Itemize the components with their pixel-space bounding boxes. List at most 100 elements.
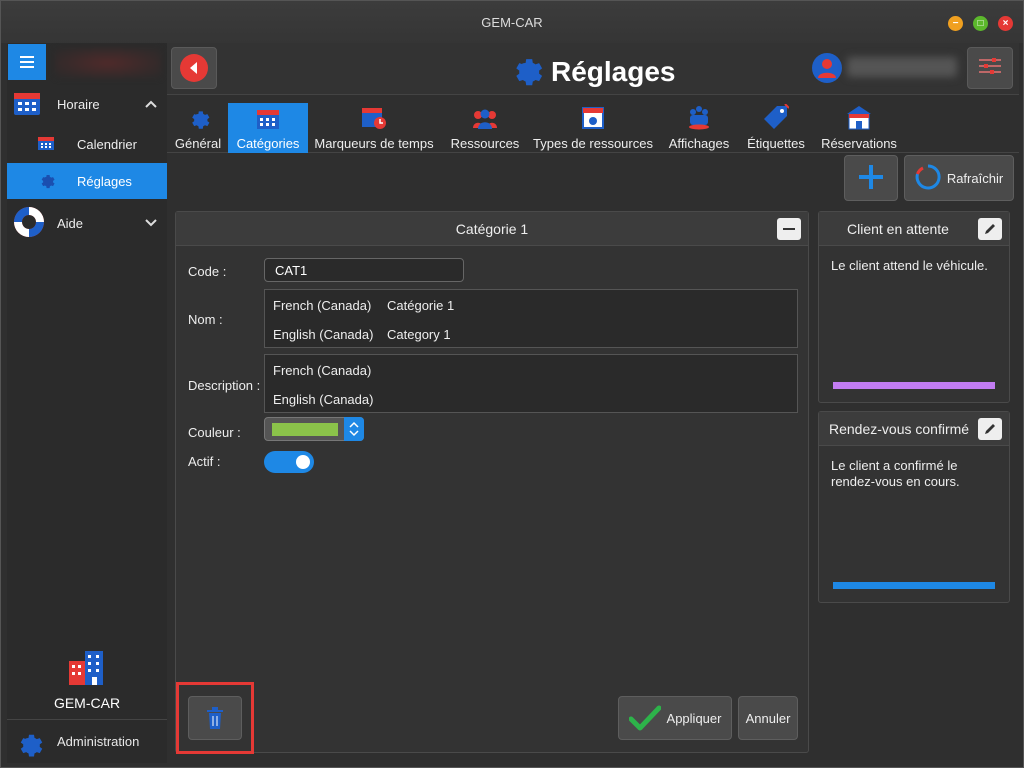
tab-marqueurs-de-temps[interactable]: Marqueurs de temps <box>311 103 437 153</box>
color-picker[interactable] <box>264 417 364 441</box>
tab-label: Réservations <box>821 136 897 151</box>
tab-label: Affichages <box>668 136 730 151</box>
edit-button[interactable] <box>978 218 1002 240</box>
edit-button[interactable] <box>978 418 1002 440</box>
code-input[interactable]: CAT1 <box>264 258 464 282</box>
color-swatch <box>272 423 338 436</box>
marker-card-header: Client en attente <box>819 212 1009 246</box>
active-label: Actif : <box>188 454 221 469</box>
sidebar-item-label: Administration <box>57 734 140 749</box>
chevron-down-icon <box>145 216 157 230</box>
preferences-button[interactable] <box>967 47 1013 89</box>
calendar-clock-icon <box>361 106 387 133</box>
gear-icon <box>13 728 43 761</box>
tab-label: Catégories <box>236 136 300 151</box>
sidebar-item-reglages[interactable]: Réglages <box>7 163 167 199</box>
menu-toggle-button[interactable] <box>8 44 46 80</box>
toggle-knob <box>296 455 310 469</box>
sidebar-item-label: Calendrier <box>77 136 137 152</box>
pencil-icon <box>985 224 995 234</box>
marker-card: Client en attente Le client attend le vé… <box>818 211 1010 403</box>
description-lang-en: English (Canada) <box>273 392 374 407</box>
minimize-button[interactable]: − <box>948 16 963 31</box>
settings-tabs: Général Catégories Marqueurs de temps Re… <box>167 103 1019 153</box>
apply-button[interactable]: Appliquer <box>618 696 732 740</box>
tag-icon <box>763 103 790 133</box>
tab-affichages[interactable]: Affichages <box>663 103 735 153</box>
collapse-button[interactable] <box>777 218 801 240</box>
tab-ressources[interactable]: Ressources <box>445 103 525 153</box>
name-lang-en: English (Canada) <box>273 327 374 342</box>
gear-icon <box>507 51 543 92</box>
id-card-icon <box>581 106 605 133</box>
category-card-header: Catégorie 1 <box>176 212 808 246</box>
tab-label: Types de ressources <box>533 136 653 151</box>
close-button[interactable]: × <box>998 16 1013 31</box>
cancel-button[interactable]: Annuler <box>738 696 798 740</box>
tab-etiquettes[interactable]: Étiquettes <box>741 103 811 153</box>
back-arrow-icon <box>180 54 208 82</box>
refresh-label: Rafraîchir <box>946 170 1004 186</box>
plus-icon <box>858 164 884 193</box>
page-title: Réglages <box>551 55 676 87</box>
refresh-icon <box>915 163 941 193</box>
window-controls: − □ × <box>948 16 1013 31</box>
window-title: GEM-CAR <box>481 14 543 30</box>
pencil-icon <box>985 424 995 434</box>
building-logo-icon <box>67 649 105 690</box>
marker-description: Le client a confirmé le rendez-vous en c… <box>831 458 960 489</box>
sidebar-section-label: Aide <box>57 215 84 231</box>
tab-reservations[interactable]: Réservations <box>817 103 901 153</box>
tab-label: Général <box>174 136 222 151</box>
marker-description: Le client attend le véhicule. <box>831 258 988 273</box>
page-header: Réglages <box>167 43 1019 95</box>
tab-label: Étiquettes <box>747 136 805 151</box>
calendar-grid-icon <box>13 90 41 119</box>
minus-icon <box>783 228 795 230</box>
sidebar-section-horaire[interactable]: Horaire <box>7 85 167 123</box>
maximize-button[interactable]: □ <box>973 16 988 31</box>
description-lang-fr: French (Canada) <box>273 363 372 378</box>
user-name-blurred <box>847 57 957 77</box>
main-content: Réglages Général Catégories Marqueurs de… <box>167 43 1019 761</box>
sidebar-item-administration[interactable]: Administration <box>7 719 167 763</box>
app-window: GEM-CAR − □ × Horaire Calendrier Réglage… <box>0 0 1024 768</box>
marker-card-header: Rendez-vous confirmé <box>819 412 1009 446</box>
sliders-icon <box>978 56 1002 81</box>
code-label: Code : <box>188 264 227 279</box>
sidebar: Horaire Calendrier Réglages Aide GEM-CAR… <box>7 43 167 763</box>
calendar-grid-icon <box>256 108 280 133</box>
name-value-en[interactable]: Category 1 <box>387 327 451 342</box>
tab-general[interactable]: Général <box>171 103 225 153</box>
checkmark-icon <box>628 705 661 731</box>
name-lang-fr: French (Canada) <box>273 298 372 313</box>
apply-label: Appliquer <box>666 710 722 726</box>
calendar-icon <box>37 135 55 154</box>
back-button[interactable] <box>171 47 217 89</box>
sidebar-item-calendrier[interactable]: Calendrier <box>7 126 167 162</box>
color-spinner-icon[interactable] <box>344 417 364 441</box>
active-toggle[interactable] <box>264 451 314 473</box>
people-icon <box>471 108 499 133</box>
name-value-fr[interactable]: Catégorie 1 <box>387 298 454 313</box>
add-button[interactable] <box>844 155 898 201</box>
tab-label: Ressources <box>450 136 520 151</box>
tab-categories[interactable]: Catégories <box>228 103 308 153</box>
tab-label: Marqueurs de temps <box>314 136 434 151</box>
name-multilang-field[interactable]: French (Canada) Catégorie 1 English (Can… <box>264 289 798 348</box>
page-title-group: Réglages <box>507 51 676 92</box>
display-people-icon <box>686 104 712 133</box>
delete-button-highlight <box>176 682 254 754</box>
cancel-label: Annuler <box>745 710 791 726</box>
gear-icon <box>37 171 55 192</box>
category-title: Catégorie 1 <box>455 220 529 237</box>
hamburger-icon <box>20 56 34 58</box>
marker-card: Rendez-vous confirmé Le client a confirm… <box>818 411 1010 603</box>
sidebar-section-aide[interactable]: Aide <box>7 204 167 242</box>
description-multilang-field[interactable]: French (Canada) English (Canada) <box>264 354 798 413</box>
user-avatar-icon[interactable] <box>812 53 842 83</box>
marker-color-bar <box>833 382 995 389</box>
description-label: Description : <box>188 378 261 393</box>
refresh-button[interactable]: Rafraîchir <box>904 155 1014 201</box>
tab-types-de-ressources[interactable]: Types de ressources <box>531 103 655 153</box>
